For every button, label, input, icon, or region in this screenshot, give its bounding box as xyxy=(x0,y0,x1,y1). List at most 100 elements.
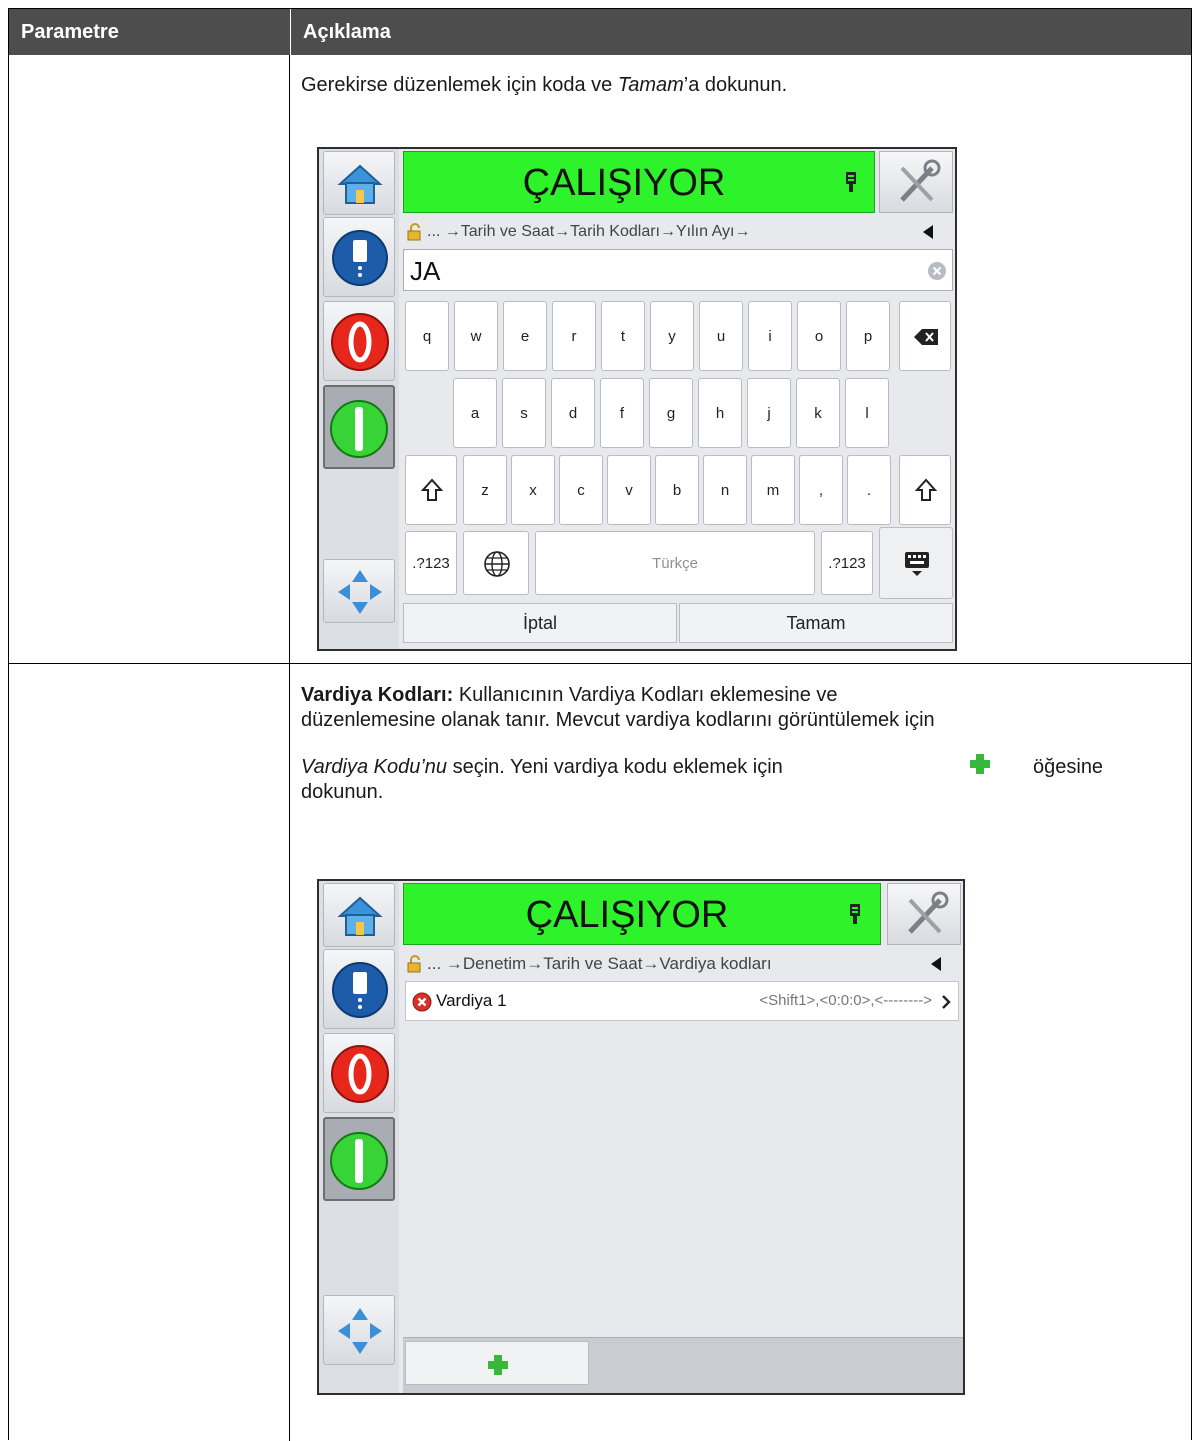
key-keys_row1-5[interactable]: y xyxy=(650,301,694,371)
plus-icon xyxy=(488,1355,508,1375)
add-shift-code-button[interactable] xyxy=(405,1341,589,1385)
key-keys_row2-3[interactable]: f xyxy=(600,378,644,448)
header-aciklama: Açıklama xyxy=(290,9,1190,55)
navigation-button[interactable] xyxy=(323,559,395,623)
navigation-arrows-icon xyxy=(338,570,382,614)
row2-line2: düzenlemesine olanak tanır. Mevcut vardi… xyxy=(301,709,935,731)
key-keys_row1-3[interactable]: r xyxy=(552,301,596,371)
numbers-key-left[interactable]: .?123 xyxy=(405,531,457,595)
stop-button[interactable] xyxy=(323,301,395,381)
numbers-key-right[interactable]: .?123 xyxy=(821,531,873,595)
side-nav-2 xyxy=(319,881,399,1393)
start-button[interactable] xyxy=(323,1117,395,1201)
add-plus-icon xyxy=(947,751,1013,777)
message-button[interactable] xyxy=(323,949,395,1029)
key-keys_row3-1[interactable]: x xyxy=(511,455,555,525)
start-icon xyxy=(330,1132,388,1190)
start-icon xyxy=(330,400,388,458)
back-arrow-icon[interactable] xyxy=(931,957,941,971)
key-keys_row1-8[interactable]: o xyxy=(797,301,841,371)
breadcrumb-2: ... →Denetim→Tarih ve Saat→Vardiya kodla… xyxy=(427,954,772,973)
row1-text-after: ’a dokunun. xyxy=(683,74,788,96)
lock-icon xyxy=(407,223,421,241)
home-button[interactable] xyxy=(323,883,395,947)
backspace-key[interactable] xyxy=(899,301,951,371)
key-keys_row3-2[interactable]: c xyxy=(559,455,603,525)
shift-codes-screen: ÇALIŞIYOR ... →Denetim→Tarih ve Saat→Var… xyxy=(317,879,965,1395)
clear-input-icon[interactable] xyxy=(928,262,946,280)
row2-line1: Vardiya Kodları: Kullanıcının Vardiya Ko… xyxy=(301,683,838,708)
side-nav xyxy=(319,149,399,649)
key-keys_row3-5[interactable]: n xyxy=(703,455,747,525)
row1-description: Gerekirse düzenlemek için koda ve Tamam’… xyxy=(301,73,787,98)
keyboard-icon xyxy=(905,552,929,576)
row2-line3: Vardiya Kodu’nu seçin. Yeni vardiya kodu… xyxy=(301,755,783,780)
home-icon xyxy=(337,896,383,936)
key-keys_row2-8[interactable]: l xyxy=(845,378,889,448)
cancel-button[interactable]: İptal xyxy=(403,603,677,643)
key-keys_row3-3[interactable]: v xyxy=(607,455,651,525)
row2-line4: dokunun. xyxy=(301,781,384,803)
key-keys_row1-2[interactable]: e xyxy=(503,301,547,371)
stop-button[interactable] xyxy=(323,1033,395,1113)
key-keys_row2-1[interactable]: s xyxy=(502,378,546,448)
shift-icon xyxy=(914,478,938,501)
home-button[interactable] xyxy=(323,151,395,215)
key-keys_row3-6[interactable]: m xyxy=(751,455,795,525)
status-text-2: ÇALIŞIYOR xyxy=(525,894,729,936)
keyboard-screen: ÇALIŞIYOR ... →Tarih ve Saat→Tarih Kodla… xyxy=(317,147,957,651)
key-keys_row1-6[interactable]: u xyxy=(699,301,743,371)
key-keys_row2-2[interactable]: d xyxy=(551,378,595,448)
space-key[interactable]: Türkçe xyxy=(535,531,815,595)
delete-icon[interactable] xyxy=(412,992,432,1012)
key-keys_row2-7[interactable]: k xyxy=(796,378,840,448)
shift-code-list-item[interactable]: Vardiya 1 <Shift1>,<0:0:0>,<--------> xyxy=(405,981,959,1021)
key-keys_row1-0[interactable]: q xyxy=(405,301,449,371)
key-keys_row2-0[interactable]: a xyxy=(453,378,497,448)
key-keys_row3-7[interactable]: , xyxy=(799,455,843,525)
navigation-button[interactable] xyxy=(323,1295,395,1365)
key-keys_row3-0[interactable]: z xyxy=(463,455,507,525)
printhead-icon xyxy=(332,962,388,1018)
row2-line1-text: Kullanıcının Vardiya Kodları eklemesine … xyxy=(453,684,838,706)
hide-keyboard-key[interactable] xyxy=(879,527,953,599)
key-keys_row3-4[interactable]: b xyxy=(655,455,699,525)
row2-line3-text: seçin. Yeni vardiya kodu eklemek için xyxy=(447,756,783,778)
row2-line3-end: öğesine xyxy=(1033,756,1104,778)
shift-value: <Shift1>,<0:0:0>,<--------> xyxy=(759,992,932,1009)
globe-icon xyxy=(484,551,510,577)
tools-button[interactable] xyxy=(879,151,953,213)
key-keys_row3-8[interactable]: . xyxy=(847,455,891,525)
printhead-icon xyxy=(332,230,388,286)
shift-right-key[interactable] xyxy=(899,455,951,525)
ink-icon xyxy=(846,172,856,192)
key-keys_row2-5[interactable]: h xyxy=(698,378,742,448)
row1-text-before: Gerekirse düzenlemek için koda ve xyxy=(301,74,618,96)
message-button[interactable] xyxy=(323,217,395,297)
row-divider xyxy=(9,663,1191,664)
stop-icon xyxy=(331,313,389,371)
key-keys_row1-4[interactable]: t xyxy=(601,301,645,371)
ink-icon xyxy=(850,904,860,924)
status-text: ÇALIŞIYOR xyxy=(522,162,726,204)
table-header: Parametre Açıklama xyxy=(9,9,1191,55)
text-input[interactable]: JA xyxy=(403,249,953,291)
row1-text-italic: Tamam xyxy=(617,74,684,96)
header-parametre: Parametre xyxy=(21,21,119,43)
key-keys_row1-7[interactable]: i xyxy=(748,301,792,371)
shift-left-key[interactable] xyxy=(405,455,457,525)
start-button[interactable] xyxy=(323,385,395,469)
tools-button-2[interactable] xyxy=(887,883,961,945)
back-arrow-icon[interactable] xyxy=(923,225,933,239)
language-key[interactable] xyxy=(463,531,529,595)
description-table: Parametre Açıklama Gerekirse düzenlemek … xyxy=(8,8,1192,1441)
key-keys_row2-4[interactable]: g xyxy=(649,378,693,448)
chevron-right-icon xyxy=(942,995,951,1009)
key-keys_row2-6[interactable]: j xyxy=(747,378,791,448)
backspace-icon xyxy=(914,329,938,345)
ok-button[interactable]: Tamam xyxy=(679,603,953,643)
input-value: JA xyxy=(410,256,441,286)
home-icon xyxy=(337,164,383,204)
key-keys_row1-9[interactable]: p xyxy=(846,301,890,371)
key-keys_row1-1[interactable]: w xyxy=(454,301,498,371)
